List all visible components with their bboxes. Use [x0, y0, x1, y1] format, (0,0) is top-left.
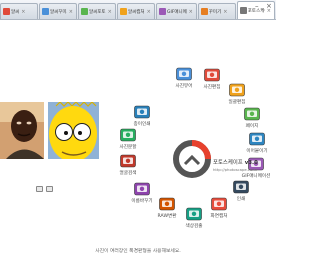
close-icon[interactable]: ×: [108, 9, 112, 15]
app-icon: [81, 8, 88, 15]
page-icon: [244, 107, 260, 121]
app-icon: [120, 8, 127, 15]
tab-alsee-photo[interactable]: 알씨포토 ×: [78, 3, 116, 19]
tab-label: 알씨포토: [89, 9, 106, 15]
menu-item-label: 색상검출: [185, 224, 203, 229]
sample-photo-portrait[interactable]: [0, 102, 51, 159]
tab-label: 알씨캡처: [128, 9, 145, 15]
menu-item-label: 종이인쇄: [133, 122, 151, 127]
rename-icon: [134, 182, 150, 196]
screen-capture-icon: [211, 197, 227, 211]
tab-label: 알씨꾸미기: [50, 9, 67, 15]
menu-item-paper-print[interactable]: 종이인쇄: [126, 105, 158, 127]
tab-label: GIF애니메이션: [167, 9, 187, 15]
menu-item-splitter[interactable]: 사진분할: [112, 128, 144, 150]
splitter-icon: [120, 128, 136, 142]
menu-item-face-search[interactable]: 얼굴검색: [112, 154, 144, 176]
app-icon: [159, 8, 166, 15]
menu-item-batch[interactable]: 일괄편집: [221, 83, 253, 105]
main-content: 사진뷰어 사진편집 일괄편집 페이지 이어붙이기 GIF애니메이션 인쇄 화면캡처 색상검출 RA…: [0, 21, 276, 260]
app-icon: [200, 8, 208, 15]
close-icon[interactable]: ×: [69, 9, 73, 15]
menu-item-label: GIF애니메이션: [241, 174, 271, 179]
menu-item-label: RAW변환: [157, 214, 177, 219]
close-icon[interactable]: ×: [147, 9, 151, 15]
combine-icon: [249, 132, 265, 146]
color-picker-icon: [186, 207, 202, 221]
menu-item-label: 일괄편집: [228, 100, 246, 105]
menu-item-label: 이름바꾸기: [131, 199, 153, 204]
next-photo-button[interactable]: [46, 186, 53, 192]
viewer-icon: [176, 67, 192, 81]
tab-label: 알씨: [11, 9, 20, 15]
menu-item-rename[interactable]: 이름바꾸기: [126, 182, 158, 204]
tab-alsee-decorate[interactable]: 알씨꾸미기 ×: [39, 3, 77, 19]
previous-photo-button[interactable]: [36, 186, 43, 192]
print-icon: [233, 180, 249, 194]
sample-photo-cartoon[interactable]: [48, 102, 99, 159]
paper-print-icon: [134, 105, 150, 119]
menu-item-label: 얼굴검색: [119, 171, 137, 176]
close-icon[interactable]: ×: [21, 9, 25, 15]
face-search-icon: [120, 154, 136, 168]
menu-item-page[interactable]: 페이지: [236, 107, 268, 129]
tab-bar: 알씨 × 알씨꾸미기 × 알씨포토 × 알씨캡처 × GIF애니메이션 × 꾸미…: [0, 0, 276, 20]
app-name: 포토스케이프: [213, 160, 243, 166]
tab-gif-animation[interactable]: GIF애니메이션 ×: [156, 3, 197, 19]
tab-decorate[interactable]: 꾸미기 ×: [197, 3, 236, 19]
photoscape-logo: [172, 139, 212, 179]
app-icon: [42, 8, 49, 15]
brand-title: 포토스케이프 v3.0: [213, 158, 258, 166]
tab-alsee[interactable]: 알씨 ×: [0, 3, 38, 19]
close-icon[interactable]: ×: [189, 9, 193, 15]
homepage-link[interactable]: http://photoscape.co.kr: [213, 167, 257, 172]
minimize-button[interactable]: –: [255, 2, 259, 10]
close-icon[interactable]: ×: [223, 9, 227, 15]
app-icon: [239, 7, 247, 14]
photo-controls: [36, 186, 53, 192]
close-window-button[interactable]: ×: [266, 2, 272, 10]
menu-item-combine[interactable]: 이어붙이기: [241, 132, 273, 154]
editor-icon: [204, 68, 220, 82]
batch-icon: [229, 83, 245, 97]
app-icon: [3, 8, 10, 15]
menu-item-label: 이어붙이기: [246, 149, 268, 154]
menu-item-label: 페이지: [245, 124, 259, 129]
raw-converter-icon: [159, 197, 175, 211]
app-version: v3.0: [244, 160, 258, 166]
tab-alsee-capture[interactable]: 알씨캡처 ×: [117, 3, 155, 19]
menu-item-label: 사진분할: [119, 145, 137, 150]
hint-text: 사진이 여러장인 폭경판형을 사용해보세요.: [95, 249, 181, 254]
tab-label: 꾸미기: [208, 9, 222, 15]
